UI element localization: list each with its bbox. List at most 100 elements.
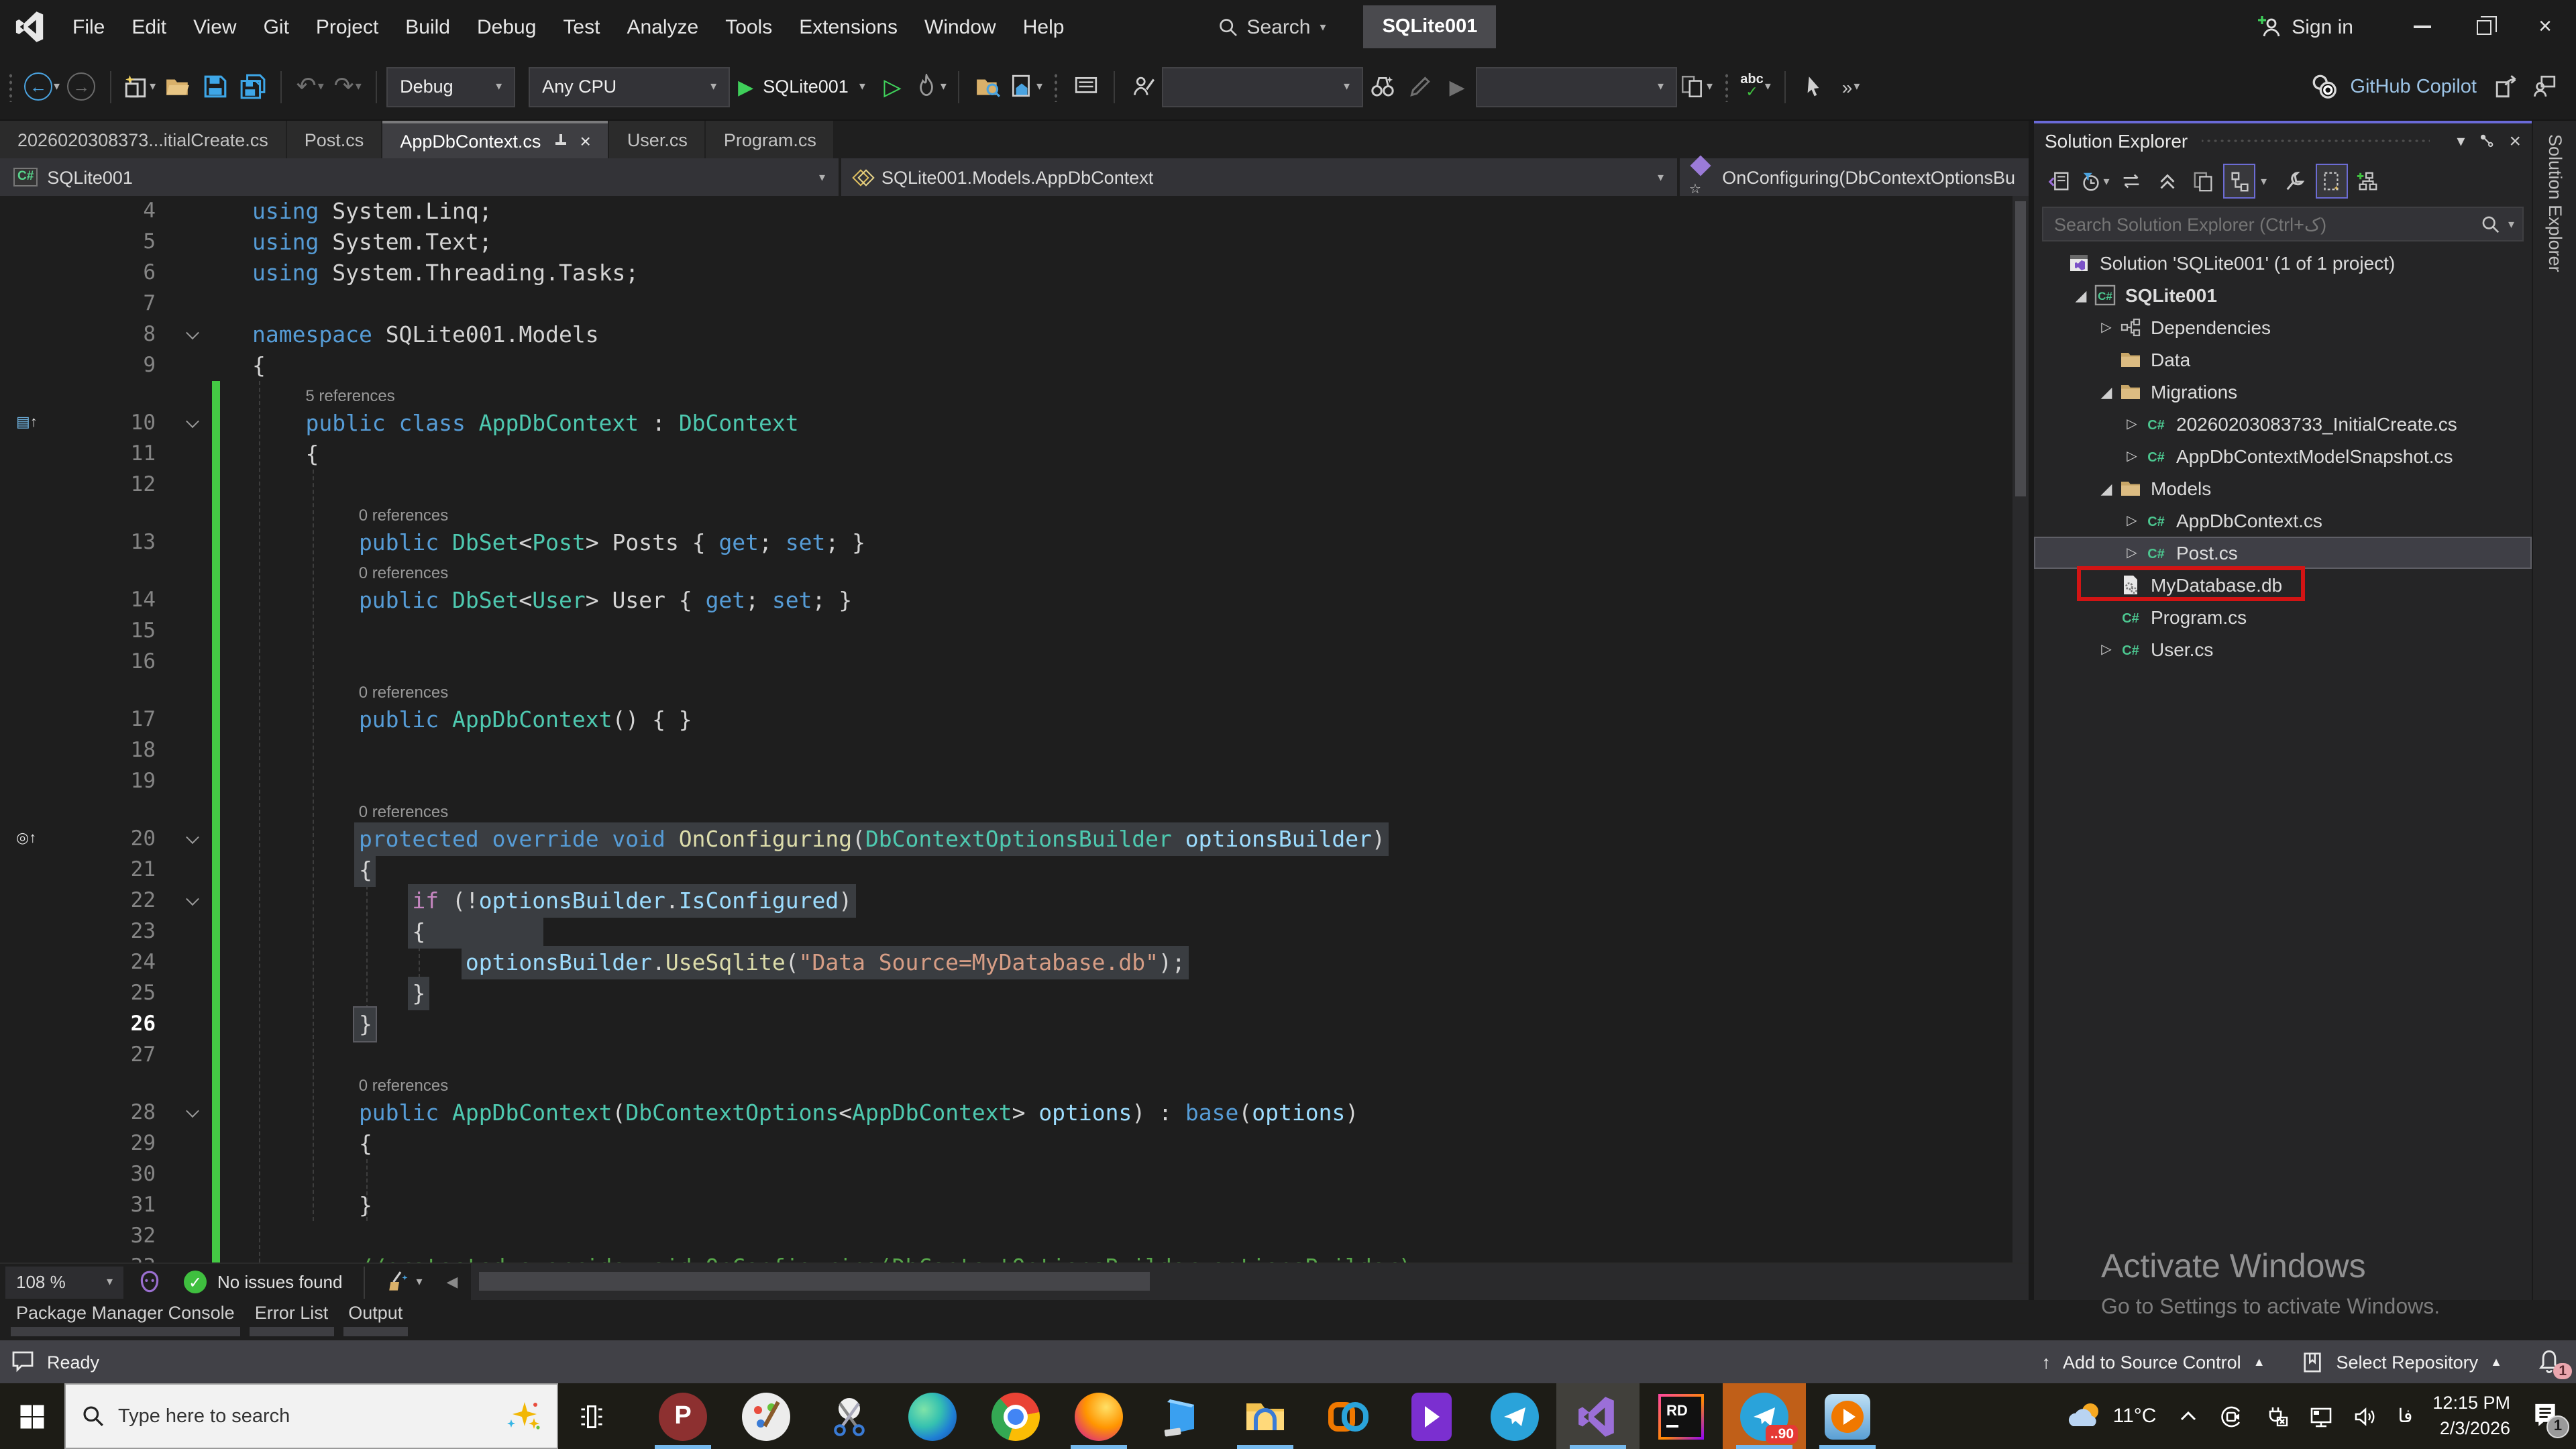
language-indicator[interactable]: فا [2398, 1405, 2412, 1428]
close-tab-icon[interactable]: × [580, 130, 590, 152]
toolbar-combo-empty-1[interactable]: ▾ [1162, 66, 1363, 107]
code-line[interactable]: 4 using System.Linq; [0, 196, 2029, 227]
solution-explorer-side-tab[interactable]: Solution Explorer [2545, 134, 2565, 272]
toolbar-grip[interactable] [8, 72, 13, 101]
code-line[interactable]: 30 [0, 1159, 2029, 1190]
panel-tab-package-manager-console[interactable]: Package Manager Console [11, 1300, 240, 1340]
code-line[interactable]: 11 { [0, 439, 2029, 470]
code-line[interactable]: 8 namespace SQLite001.Models [0, 319, 2029, 350]
codelens-references[interactable]: 0 references [0, 558, 2029, 585]
code-line[interactable]: 16 [0, 647, 2029, 678]
taskbar-app-this-pc[interactable] [1140, 1383, 1224, 1449]
start-debugging-button[interactable]: ▶ SQLite001 ▾ [738, 74, 865, 99]
tray-expand-button[interactable] [2176, 1404, 2200, 1428]
meet-now-icon[interactable] [2220, 1404, 2245, 1428]
code-line[interactable]: 31} [0, 1190, 2029, 1221]
taskbar-app-snipping-tool[interactable] [808, 1383, 891, 1449]
menu-extensions[interactable]: Extensions [786, 10, 911, 44]
wrench-button[interactable] [2279, 164, 2311, 199]
toolbar-grip[interactable] [1723, 72, 1729, 101]
solution-explorer-search[interactable]: ▾ [2042, 207, 2524, 241]
code-line[interactable]: 18 [0, 735, 2029, 766]
expander-icon[interactable]: ◢ [2070, 286, 2092, 304]
expander-icon[interactable]: ▷ [2096, 320, 2117, 335]
tree-item-models[interactable]: ◢ Models [2034, 472, 2532, 504]
code-line[interactable]: 21 { [0, 855, 2029, 885]
panel-tab-error-list[interactable]: Error List [249, 1300, 334, 1340]
tree-item-20260203083733-initialcreate-cs[interactable]: ▷ C# 20260203083733_InitialCreate.cs [2034, 408, 2532, 440]
code-line[interactable]: 17 public AppDbContext() { } [0, 704, 2029, 735]
code-line[interactable]: 24 optionsBuilder.UseSqlite("Data Source=… [0, 947, 2029, 978]
taskbar-app-paint[interactable] [724, 1383, 808, 1449]
editor-tab[interactable]: 2026020308373...itialCreate.cs [0, 121, 286, 158]
toolbar-combo-empty-2[interactable]: ▾ [1476, 66, 1677, 107]
menu-test[interactable]: Test [549, 10, 613, 44]
home-document-button[interactable]: ▾ [1010, 66, 1042, 107]
tree-item-post-cs[interactable]: ▷ C# Post.cs [2034, 537, 2532, 569]
comment-button[interactable] [1069, 66, 1102, 107]
code-editor[interactable]: 4 using System.Linq; 5 using System.Text; 6 u… [0, 196, 2029, 1263]
new-project-button[interactable]: ▾ [123, 66, 156, 107]
undo-button[interactable]: ↶ ▾ [294, 66, 326, 107]
share-icon[interactable] [2494, 74, 2520, 99]
weather-widget[interactable]: 11°C [2068, 1399, 2156, 1434]
find-symbol-button[interactable] [1127, 66, 1159, 107]
code-line[interactable]: 32 [0, 1221, 2029, 1252]
volume-icon[interactable] [2353, 1404, 2377, 1428]
power-plug-icon[interactable] [2265, 1404, 2289, 1428]
fold-chevron-icon[interactable] [156, 319, 228, 350]
sign-in-button[interactable]: Sign in [2257, 15, 2353, 39]
switch-views-button[interactable] [2042, 164, 2074, 199]
code-line[interactable]: 19 [0, 766, 2029, 797]
taskbar-app-app-p[interactable]: P [641, 1383, 724, 1449]
close-button[interactable]: × [2514, 0, 2576, 54]
tree-item-dependencies[interactable]: ▷ Dependencies [2034, 311, 2532, 343]
menu-debug[interactable]: Debug [464, 10, 549, 44]
menu-analyze[interactable]: Analyze [613, 10, 712, 44]
expander-icon[interactable]: ▷ [2121, 417, 2143, 431]
show-all-files-button[interactable] [2315, 164, 2348, 199]
code-line[interactable]: 6 using System.Threading.Tasks; [0, 258, 2029, 288]
hot-reload-button[interactable]: ▾ [914, 66, 947, 107]
spell-check-button[interactable]: abc ✓ ▾ [1739, 66, 1772, 107]
select-repository-button[interactable]: Select Repository [2337, 1352, 2479, 1372]
menu-help[interactable]: Help [1010, 10, 1078, 44]
tree-item-data[interactable]: Data [2034, 343, 2532, 376]
platform-combo[interactable]: Any CPU ▾ [529, 66, 731, 107]
save-button[interactable] [199, 66, 231, 107]
menu-file[interactable]: File [59, 10, 118, 44]
code-line[interactable]: 26} [0, 1009, 2029, 1040]
horizontal-scrollbar[interactable] [471, 1264, 2029, 1300]
new-filtered-view-button[interactable] [2351, 164, 2383, 199]
code-line[interactable]: ▤ ↑ 10 public class AppDbContext : DbContex… [0, 408, 2029, 439]
taskbar-app-telegram-unread[interactable]: ..90 [1723, 1383, 1806, 1449]
start-without-debugging-button[interactable]: ▶ [876, 66, 908, 107]
pin-icon[interactable] [554, 134, 568, 148]
navigate-back-button[interactable]: ← ▾ [24, 66, 60, 107]
scroll-left-icon[interactable]: ◀ [447, 1273, 458, 1291]
run-query-button[interactable]: ▶ [1441, 66, 1473, 107]
editor-tab[interactable]: AppDbContext.cs × [382, 121, 608, 158]
clock[interactable]: 12:15 PM 2/3/2026 [2432, 1392, 2510, 1441]
zoom-select[interactable]: 108 % ▾ [5, 1266, 123, 1298]
tree-item-appdbcontextmodelsnapshot-cs[interactable]: ▷ C# AppDbContextModelSnapshot.cs [2034, 440, 2532, 472]
codelens-references[interactable]: 0 references [0, 500, 2029, 527]
taskbar-app-telegram[interactable] [1473, 1383, 1556, 1449]
find-options-button[interactable] [1366, 66, 1398, 107]
network-icon[interactable] [2309, 1404, 2333, 1428]
taskbar-app-rider[interactable]: RD [1640, 1383, 1723, 1449]
taskbar-app-linked-rings-app[interactable] [1307, 1383, 1390, 1449]
solution-explorer-search-input[interactable] [2043, 214, 2476, 234]
taskbar-app-edge[interactable] [891, 1383, 974, 1449]
intellicode-icon[interactable] [137, 1269, 162, 1295]
editor-tab[interactable]: User.cs [609, 121, 705, 158]
minimize-button[interactable] [2391, 0, 2453, 54]
taskbar-app-file-explorer[interactable] [1224, 1383, 1307, 1449]
menu-edit[interactable]: Edit [118, 10, 180, 44]
task-view-button[interactable] [558, 1383, 625, 1449]
open-folder-button[interactable] [161, 66, 193, 107]
navigate-forward-button[interactable]: → [65, 66, 97, 107]
code-line[interactable]: 13 public DbSet<Post> Posts { get; set; } [0, 527, 2029, 558]
tree-item-mydatabase-db[interactable]: MyDatabase.db [2034, 569, 2532, 601]
code-line[interactable]: 9{ [0, 350, 2029, 381]
